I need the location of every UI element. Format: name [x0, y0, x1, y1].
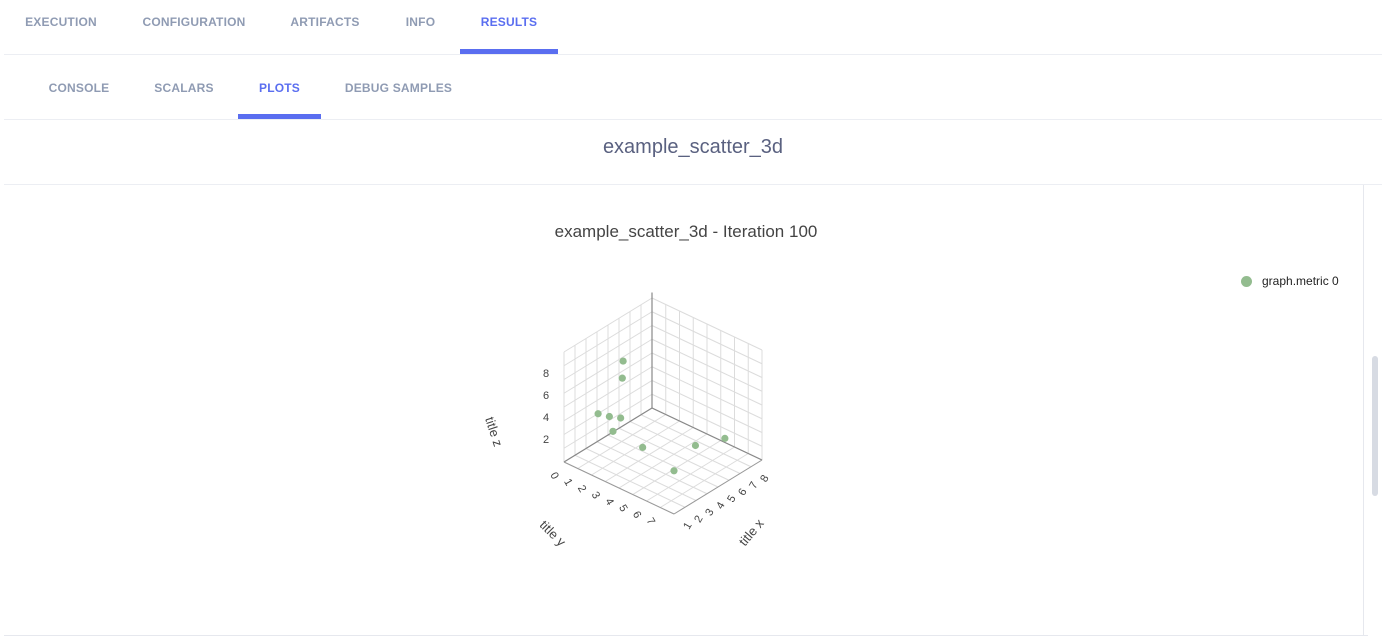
y-tick-label: 3	[589, 490, 602, 501]
y-tick-label: 0	[547, 470, 560, 481]
axis-lines	[563, 292, 763, 515]
x-axis-title: title x	[736, 515, 767, 548]
scatter-point	[594, 410, 602, 418]
x-tick-label: 4	[714, 500, 727, 511]
scatter-point	[617, 414, 625, 422]
scatter-point	[619, 357, 627, 365]
x-tick-label: 1	[681, 520, 694, 531]
floor-grid-line	[646, 446, 735, 502]
axis-grid	[563, 297, 763, 515]
y-tick-label: 4	[602, 496, 615, 507]
z-tick-label: 6	[543, 390, 549, 402]
y-tick-label: 5	[616, 503, 629, 514]
scatter-point	[691, 441, 700, 450]
z-axis-title: title z	[482, 415, 506, 448]
scatter-point	[605, 412, 613, 421]
scatter-point	[670, 467, 678, 475]
y-tick-label: 2	[575, 483, 588, 494]
scatter-3d-plot[interactable]: 246801234567 12345678 title ztitle y title…	[0, 0, 1382, 636]
scatter-point	[639, 443, 647, 451]
scatter-point	[618, 374, 626, 382]
x-tick-label: 6	[736, 487, 749, 498]
y-axis-title: title y	[537, 517, 569, 549]
x-tick-label: 2	[692, 514, 705, 525]
scrollbar-thumb[interactable]	[1372, 356, 1378, 496]
data-points	[594, 357, 729, 475]
scatter-point	[609, 427, 617, 435]
y-tick-label: 6	[630, 509, 643, 520]
z-tick-label: 4	[543, 412, 549, 424]
scatter-point	[721, 434, 729, 442]
z-tick-label: 8	[543, 368, 549, 380]
floor-grid-line	[618, 433, 708, 489]
y-tick-label: 1	[561, 477, 574, 488]
y-tick-label: 7	[644, 516, 657, 527]
z-tick-label: 2	[543, 434, 549, 446]
x-tick-label: 8	[758, 473, 771, 484]
x-tick-label: 3	[703, 507, 716, 518]
x-tick-label: 5	[725, 493, 738, 504]
x-tick-label: 7	[747, 480, 760, 491]
